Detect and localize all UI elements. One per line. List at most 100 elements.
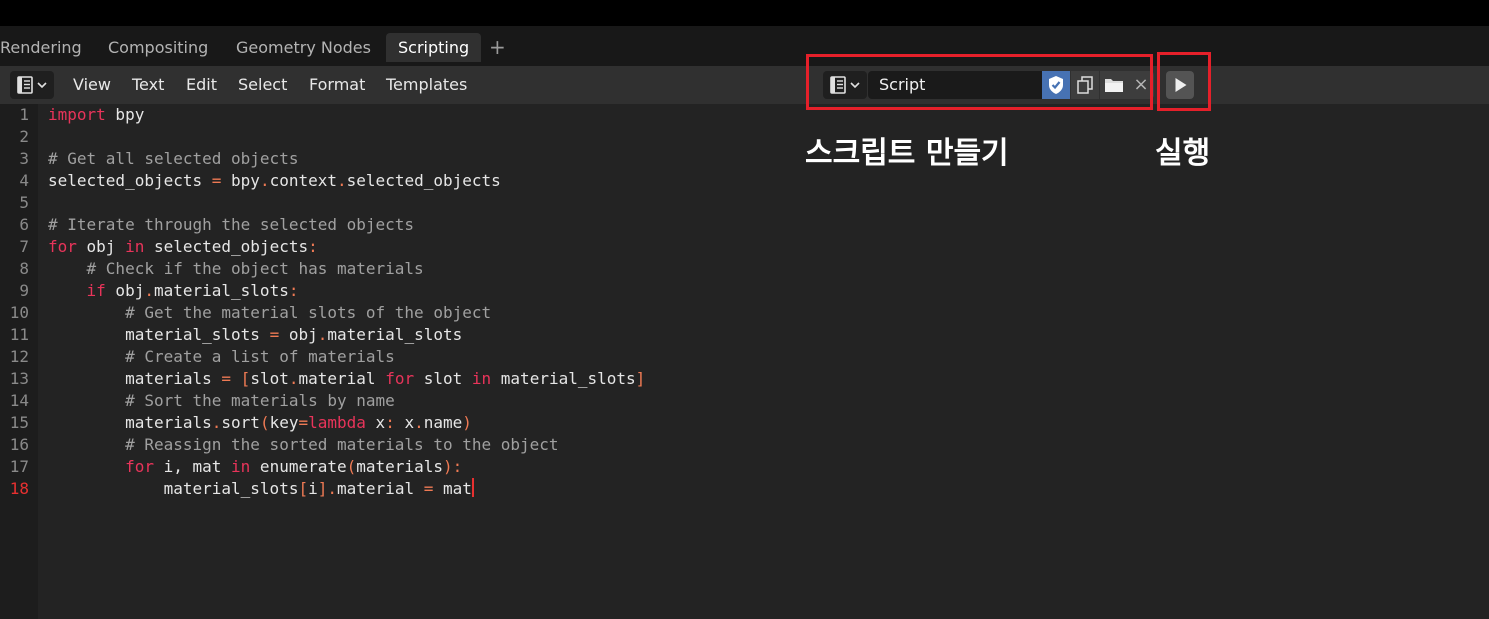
code-line: # Create a list of materials [48,346,395,368]
code-token: = [423,479,434,498]
code-token: i, mat [153,457,232,476]
code-token: # Sort the materials by name [125,391,395,410]
code-line: # Get the material slots of the object [48,302,491,324]
code-token: i [308,479,318,498]
line-number: 6 [19,215,29,234]
code-token: slot [414,369,472,388]
add-workspace-button[interactable]: + [489,33,506,62]
code-token: selected_objects [48,171,212,190]
code-token: material_slots [48,479,299,498]
code-token: . [337,171,347,190]
menu-templates[interactable]: Templates [386,66,467,104]
line-number: 11 [9,325,29,344]
code-token: in [231,457,251,476]
highlight-box-run-button [1157,52,1211,111]
code-token: ( [259,413,270,432]
code-token: slot [250,369,289,388]
code-token: . [414,413,424,432]
code-token: enumerate [250,457,347,476]
code-token: if [86,281,106,300]
line-number: 9 [19,281,29,300]
code-token: sort [221,413,260,432]
line-number: 14 [9,391,29,410]
menu-view[interactable]: View [73,66,111,104]
code-token: bpy [105,105,145,124]
code-token: : [288,281,299,300]
code-token: materials [48,413,212,432]
tab-rendering[interactable]: Rendering [0,33,82,62]
line-number: 7 [19,237,29,256]
code-token: ] [317,479,328,498]
code-token: = [221,369,232,388]
code-token: for [125,457,154,476]
text-editor-icon [17,76,47,94]
annotation-run: 실행 [1155,136,1211,171]
code-token: material [337,479,424,498]
tab-compositing[interactable]: Compositing [108,33,208,62]
code-token: material_slots [48,325,270,344]
code-token: mat [433,479,472,498]
code-line: # Check if the object has materials [48,258,424,280]
text-editor-header: View Text Edit Select Format Templates S… [0,66,1489,104]
code-token: x [365,413,386,432]
chevron-down-icon [37,82,47,89]
code-token: = [269,325,280,344]
menu-format[interactable]: Format [309,66,365,104]
code-token: for [48,237,77,256]
tab-scripting[interactable]: Scripting [386,33,482,62]
code-token: : [308,237,318,256]
code-line: for i, mat in enumerate(materials): [48,456,462,478]
line-number: 17 [9,457,29,476]
code-line: # Get all selected objects [48,148,298,170]
menu-text[interactable]: Text [132,66,164,104]
code-line: # Sort the materials by name [48,390,395,412]
line-number: 12 [9,347,29,366]
code-token: material_slots [327,325,463,344]
code-token: : [385,413,395,432]
annotation-create-script: 스크립트 만들기 [805,136,1009,171]
code-token: material_slots [153,281,289,300]
highlight-box-script-selector [806,54,1153,110]
code-token: materials [356,457,443,476]
text-cursor [471,478,474,497]
menu-edit[interactable]: Edit [186,66,217,104]
code-line: import bpy [48,104,144,126]
line-number: 8 [19,259,29,278]
code-token: # Get all selected objects [48,149,299,168]
line-number: 16 [9,435,29,454]
workspace-tabs-bar: Rendering Compositing Geometry Nodes Scr… [0,26,1489,66]
code-token: import [48,105,106,124]
code-token: . [317,325,328,344]
code-token: context [269,171,338,190]
code-token: ) [442,457,453,476]
code-token: obj [76,237,126,256]
code-token: name [423,413,463,432]
code-token: key [269,413,299,432]
code-token: selected_objects [144,237,309,256]
code-token: [ [240,369,251,388]
code-line: # Iterate through the selected objects [48,214,414,236]
code-line: materials = [slot.material for slot in m… [48,368,645,390]
code-line: # Reassign the sorted materials to the o… [48,434,559,456]
menu-select[interactable]: Select [238,66,287,104]
editor-type-selector[interactable] [10,71,54,99]
line-number: 1 [19,105,29,124]
window-top-bar [0,0,1489,26]
code-token: : [452,457,463,476]
code-token: = [298,413,309,432]
code-line: materials.sort(key=lambda x: x.name) [48,412,472,434]
code-token: in [471,369,492,388]
line-number: 18 [9,479,29,498]
code-line: if obj.material_slots: [48,280,299,302]
code-token: [ [298,479,309,498]
line-number: 4 [19,171,29,190]
tab-geometry-nodes[interactable]: Geometry Nodes [236,33,371,62]
code-token: # Reassign the sorted materials to the o… [125,435,559,454]
